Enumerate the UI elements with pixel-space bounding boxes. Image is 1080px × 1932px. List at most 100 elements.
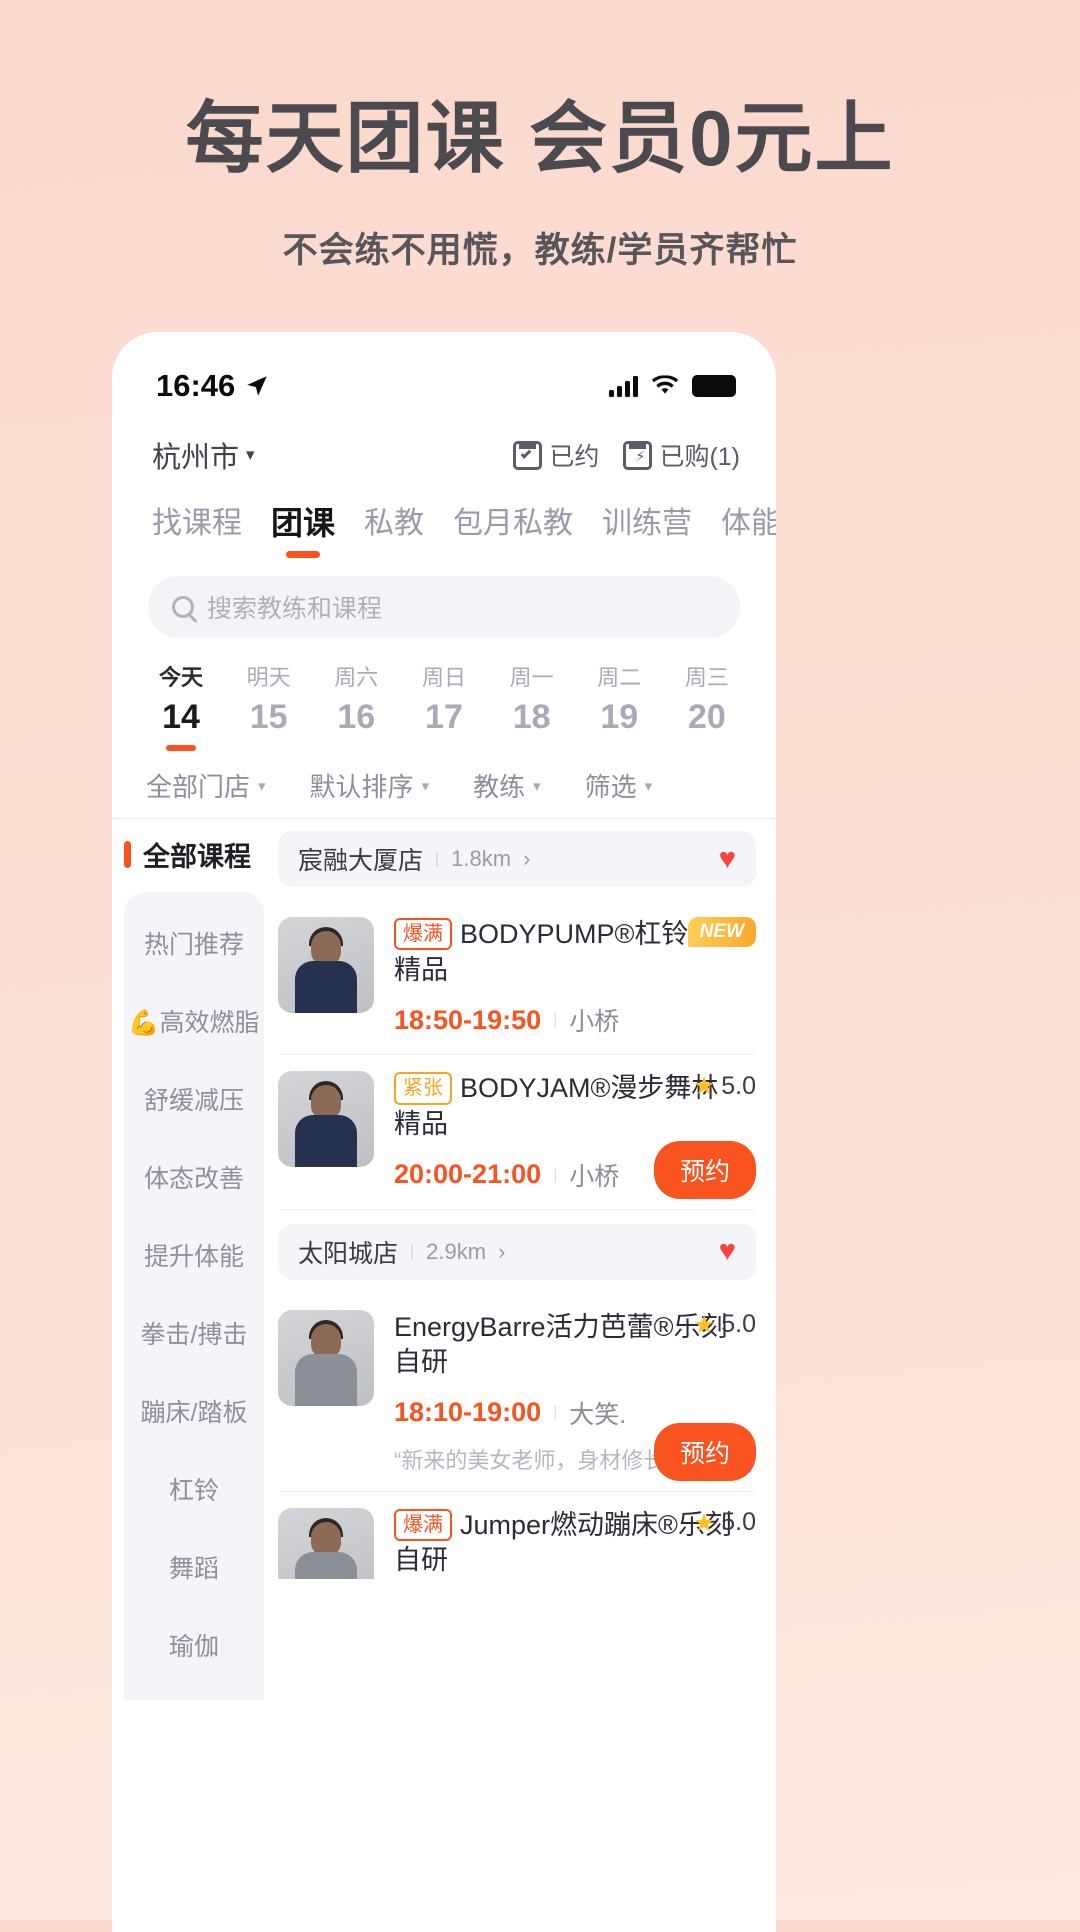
course-title: EnergyBarre活力芭蕾®乐刻自研: [394, 1311, 728, 1378]
course-row[interactable]: 紧张 BODYJAM®漫步舞林 精品 20:00-21:00 | 小桥 ★ 5.0…: [278, 1055, 756, 1210]
date-item-wed[interactable]: 周三 20: [672, 660, 742, 753]
chevron-right-icon: ›: [523, 846, 531, 871]
tab-personal-training[interactable]: 私教: [364, 498, 424, 556]
filter-store[interactable]: 全部门店 ▾: [146, 767, 266, 804]
category-sidebar: 全部课程 热门推荐 💪高效燃脂 舒缓减压 体态改善 提升体能 拳击/搏击 蹦床/…: [112, 819, 264, 1700]
course-side: ★ 5.0: [693, 1071, 756, 1101]
course-coach: 小桥: [569, 1162, 620, 1191]
chevron-down-icon: ▾: [246, 445, 255, 464]
filter-sort[interactable]: 默认排序 ▾: [310, 767, 430, 804]
book-button[interactable]: 预约: [653, 1140, 756, 1199]
tab-fitness-training[interactable]: 体能训练: [721, 498, 776, 556]
star-icon: ★: [692, 1072, 716, 1101]
course-row[interactable]: 爆满Jumper燃动蹦床®乐刻自研 19:10-20:00 | 大笑. “第一次…: [278, 1492, 756, 1579]
filter-more[interactable]: 筛选 ▾: [585, 767, 653, 804]
filter-label: 教练: [473, 772, 526, 802]
store-info: 太阳城店 | 2.9km ›: [298, 1234, 505, 1270]
avatar-body: [295, 1115, 357, 1168]
date-item-sat[interactable]: 周六 16: [321, 660, 391, 753]
avatar-body: [295, 961, 357, 1013]
sidebar-header: 全部课程: [112, 835, 264, 874]
course-row[interactable]: 爆满 BODYPUMP®杠铃雕塑 精品 18:50-19:50 | 小桥 NEW: [278, 901, 756, 1056]
sidebar-item-posture[interactable]: 体态改善: [124, 1140, 264, 1218]
city-selector[interactable]: 杭州市 ▾: [152, 434, 255, 476]
purchased-button[interactable]: ⚡ 已购(1): [623, 437, 740, 473]
course-side: ★ 5.0: [693, 1310, 756, 1340]
coach-avatar: [278, 1309, 374, 1406]
page-title: 每天团课 会员0元上: [185, 94, 895, 182]
filter-label: 默认排序: [309, 772, 414, 802]
store-info: 宸融大厦店 | 1.8km ›: [298, 841, 530, 877]
course-time: 20:00-21:00: [394, 1159, 542, 1189]
store-separator: |: [435, 850, 440, 867]
header-actions: 已约 ⚡ 已购(1): [513, 437, 740, 473]
meta-divider: |: [553, 1403, 558, 1421]
tab-monthly-pt[interactable]: 包月私教: [453, 498, 573, 556]
tab-group-class[interactable]: 团课: [271, 498, 335, 558]
store-header[interactable]: 宸融大厦店 | 1.8km › ♥: [278, 831, 756, 887]
battery-icon: [692, 375, 736, 397]
coach-avatar: [278, 917, 374, 1013]
tab-label: 体能训练: [721, 507, 776, 540]
search-bar[interactable]: 搜索教练和课程: [148, 576, 740, 638]
date-item-tue[interactable]: 周二 19: [584, 660, 654, 753]
course-coach: 大笑.: [569, 1400, 627, 1429]
course-side: ★ 5.0: [693, 1508, 756, 1538]
sidebar-item-fitness[interactable]: 提升体能: [124, 1218, 264, 1296]
chevron-down-icon: ▾: [644, 777, 653, 795]
tab-label: 训练营: [602, 507, 693, 540]
date-item-today[interactable]: 今天 14: [146, 660, 216, 753]
store-separator: |: [410, 1242, 415, 1260]
sidebar-item-trampoline[interactable]: 蹦床/踏板: [124, 1374, 264, 1452]
rating: ★ 5.0: [693, 1071, 756, 1101]
favorite-heart-icon[interactable]: ♥: [719, 1235, 736, 1268]
wifi-icon: [651, 375, 679, 394]
filter-coach[interactable]: 教练 ▾: [473, 767, 541, 804]
course-coach: 小桥: [569, 1008, 620, 1037]
avatar-head: [311, 1085, 341, 1120]
sidebar-item-fatburn[interactable]: 💪高效燃脂: [124, 984, 264, 1062]
date-dow: 周六: [334, 665, 379, 690]
search-icon: [172, 596, 194, 618]
booked-button[interactable]: 已约: [513, 437, 599, 473]
sidebar-item-relax[interactable]: 舒缓减压: [124, 1062, 264, 1140]
tab-label: 包月私教: [453, 507, 574, 540]
date-item-sun[interactable]: 周日 17: [409, 660, 479, 753]
status-badge: 爆满: [394, 1508, 452, 1542]
store-header[interactable]: 太阳城店 | 2.9km › ♥: [278, 1223, 756, 1280]
tab-find-course[interactable]: 找课程: [152, 498, 242, 556]
avatar-head: [311, 931, 341, 965]
app-header: 杭州市 ▾ 已约 ⚡ 已购(1): [112, 418, 776, 482]
chevron-right-icon: ›: [498, 1238, 506, 1264]
date-dow: 周日: [421, 665, 466, 690]
course-row[interactable]: EnergyBarre活力芭蕾®乐刻自研 18:10-19:00 | 大笑. “…: [278, 1294, 756, 1492]
filter-label: 筛选: [584, 772, 637, 802]
store-name: 宸融大厦店: [298, 847, 424, 875]
date-item-tomorrow[interactable]: 明天 15: [234, 660, 304, 753]
sidebar-item-barbell[interactable]: 杠铃: [124, 1452, 264, 1530]
sidebar-item-dance[interactable]: 舞蹈: [124, 1530, 264, 1608]
meta-divider: |: [553, 1011, 558, 1029]
favorite-heart-icon[interactable]: ♥: [719, 843, 736, 876]
promo-banner: 每天团课 会员0元上 不会练不用慌，教练/学员齐帮忙: [0, 0, 1080, 273]
avatar-body: [295, 1353, 357, 1406]
rating-value: 5.0: [721, 1071, 756, 1100]
course-list: 宸融大厦店 | 1.8km › ♥ 爆满 BODYPUMP®杠铃雕塑 精品 18…: [264, 819, 776, 1579]
date-item-mon[interactable]: 周一 18: [497, 660, 567, 753]
rating-value: 5.0: [721, 1508, 756, 1537]
booked-label: 已约: [549, 443, 600, 471]
new-badge: NEW: [687, 917, 756, 947]
signal-bars-icon: [609, 375, 638, 397]
sidebar-item-hot[interactable]: 热门推荐: [124, 906, 264, 984]
tab-bootcamp[interactable]: 训练营: [602, 498, 692, 556]
date-strip: 今天 14 明天 15 周六 16 周日 17 周一 18 周二 19 周三 2…: [112, 638, 776, 753]
course-time: 18:10-19:00: [394, 1397, 542, 1428]
status-time-group: 16:46: [156, 368, 270, 404]
sidebar-item-yoga[interactable]: 瑜伽: [124, 1608, 264, 1686]
rating: ★ 5.0: [693, 1310, 756, 1340]
search-input[interactable]: 搜索教练和课程: [207, 589, 382, 625]
date-dow: 周三: [684, 665, 729, 690]
sidebar-item-boxing[interactable]: 拳击/搏击: [124, 1296, 264, 1374]
book-button[interactable]: 预约: [653, 1422, 756, 1481]
phone-mockup: 16:46 杭州市 ▾ 已约 ⚡ 已购(1) 找课程 团课 私教 包月私教 训练…: [112, 332, 776, 1932]
